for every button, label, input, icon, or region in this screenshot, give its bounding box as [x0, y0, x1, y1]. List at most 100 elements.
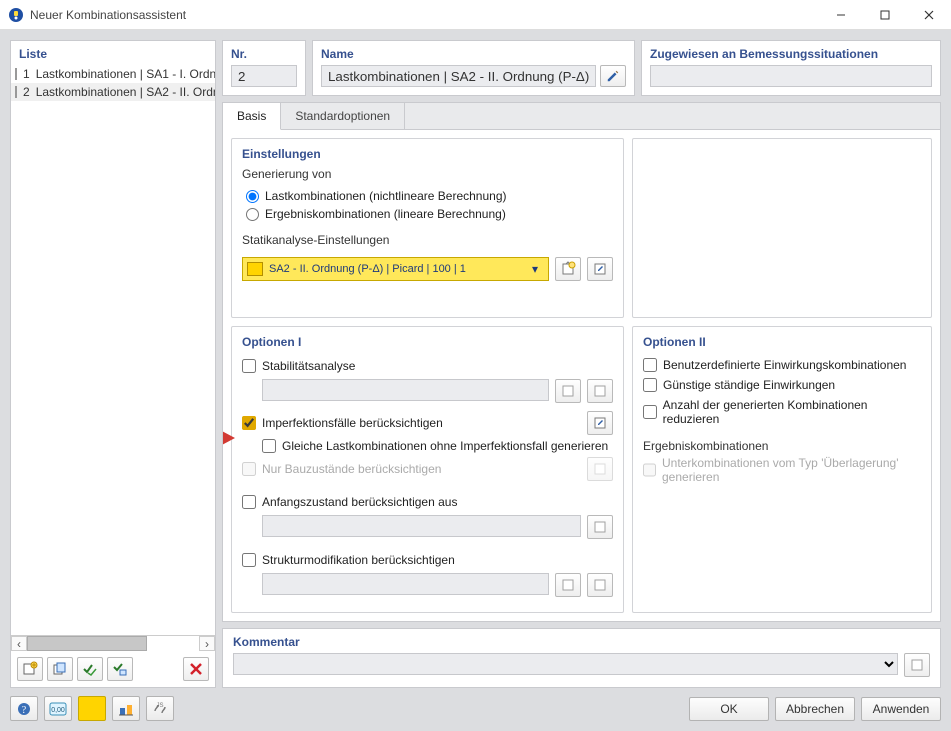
check-label: Unterkombinationen vom Typ 'Überlagerung…	[662, 456, 921, 484]
svg-text:JS: JS	[156, 703, 163, 709]
check-label: Imperfektionsfälle berücksichtigen	[262, 416, 443, 430]
tree-button[interactable]	[112, 696, 140, 721]
units-button[interactable]: 0,00	[44, 696, 72, 721]
color-swatch-icon	[15, 68, 17, 80]
nr-input[interactable]	[231, 65, 297, 87]
close-button[interactable]	[907, 1, 951, 29]
check-unterkombinationen: Unterkombinationen vom Typ 'Überlagerung…	[643, 453, 921, 487]
check-imperfektionsfaelle[interactable]: Imperfektionsfälle berücksichtigen	[242, 409, 613, 437]
scroll-left-icon[interactable]: ‹	[11, 636, 27, 651]
check-label: Nur Bauzustände berücksichtigen	[262, 462, 441, 476]
list-item[interactable]: 1 Lastkombinationen | SA1 - I. Ordnung	[11, 65, 215, 83]
assign-panel: Zugewiesen an Bemessungssituationen	[641, 40, 941, 96]
tab-standardoptionen[interactable]: Standardoptionen	[281, 103, 405, 129]
scroll-right-icon[interactable]: ›	[199, 636, 215, 651]
radio-label: Lastkombinationen (nichtlineare Berechnu…	[265, 189, 506, 203]
imp-edit-button[interactable]	[587, 411, 613, 435]
stab-new-button[interactable]	[555, 379, 581, 403]
color-button[interactable]	[78, 696, 106, 721]
settings-header: Einstellungen	[242, 147, 613, 167]
sa-settings-label: Statikanalyse-Einstellungen	[242, 233, 613, 253]
sa-settings-dropdown[interactable]: SA2 - II. Ordnung (P-Δ) | Picard | 100 |…	[242, 257, 549, 281]
strukt-input[interactable]	[262, 573, 549, 595]
nr-panel: Nr.	[222, 40, 306, 96]
apply-button[interactable]: Anwenden	[861, 697, 941, 721]
left-toolbar	[11, 651, 215, 687]
check-label: Gleiche Lastkombinationen ohne Imperfekt…	[282, 439, 608, 453]
check-label: Anfangszustand berücksichtigen aus	[262, 495, 457, 509]
left-list[interactable]: 1 Lastkombinationen | SA1 - I. Ordnung 2…	[11, 65, 215, 635]
settings-panel: Einstellungen Generierung von Lastkombin…	[231, 138, 624, 318]
optionen-1-header: Optionen I	[242, 335, 613, 355]
strukt-edit-button[interactable]	[587, 573, 613, 597]
script-button[interactable]: JS	[146, 696, 174, 721]
left-panel-header: Liste	[11, 41, 215, 65]
list-item-label: Lastkombinationen | SA1 - I. Ordnung	[36, 67, 215, 81]
stab-edit-button[interactable]	[587, 379, 613, 403]
titlebar: Neuer Kombinationsassistent	[0, 0, 951, 30]
check-gleiche-lastkombinationen[interactable]: Gleiche Lastkombinationen ohne Imperfekt…	[242, 437, 613, 455]
list-item-label: Lastkombinationen | SA2 - II. Ordnun	[36, 85, 215, 99]
copy-item-button[interactable]	[47, 657, 73, 681]
list-item-num: 1	[23, 67, 30, 81]
ergebniskombinationen-header: Ergebniskombinationen	[643, 439, 921, 453]
left-panel: Liste 1 Lastkombinationen | SA1 - I. Ord…	[10, 40, 216, 688]
strukt-new-button[interactable]	[555, 573, 581, 597]
check-stabilitaetsanalyse[interactable]: Stabilitätsanalyse	[242, 357, 613, 375]
assign-input[interactable]	[650, 65, 932, 87]
new-item-button[interactable]	[17, 657, 43, 681]
svg-text:?: ?	[22, 705, 27, 716]
kommentar-edit-button[interactable]	[904, 653, 930, 677]
check-label: Benutzerdefinierte Einwirkungskombinatio…	[663, 358, 906, 372]
h-scrollbar[interactable]: ‹ ›	[11, 635, 215, 651]
tab-basis[interactable]: Basis	[223, 103, 281, 130]
name-label: Name	[313, 41, 634, 65]
maximize-button[interactable]	[863, 1, 907, 29]
help-button[interactable]: ?	[10, 696, 38, 721]
nr-label: Nr.	[223, 41, 305, 65]
cancel-button[interactable]: Abbrechen	[775, 697, 855, 721]
check-label: Anzahl der generierten Kombinationen red…	[663, 398, 921, 426]
list-item-num: 2	[23, 85, 30, 99]
kommentar-panel: Kommentar	[222, 628, 941, 688]
empty-panel	[632, 138, 932, 318]
check-strukturmodifikation[interactable]: Strukturmodifikation berücksichtigen	[242, 551, 613, 569]
name-input[interactable]	[321, 65, 596, 87]
scroll-track[interactable]	[27, 636, 199, 651]
bottom-bar: ? 0,00 JS OK Abbrechen Anwenden	[10, 688, 941, 721]
ok-button[interactable]: OK	[689, 697, 769, 721]
window-controls	[819, 1, 951, 29]
check-anzahl-reduzieren[interactable]: Anzahl der generierten Kombinationen red…	[643, 395, 921, 429]
scroll-thumb[interactable]	[27, 636, 147, 651]
window-title: Neuer Kombinationsassistent	[30, 8, 186, 22]
sa-new-button[interactable]	[555, 257, 581, 281]
minimize-button[interactable]	[819, 1, 863, 29]
delete-button[interactable]	[183, 657, 209, 681]
radio-ergebniskombinationen[interactable]: Ergebniskombinationen (lineare Berechnun…	[242, 205, 613, 223]
stab-input[interactable]	[262, 379, 549, 401]
chevron-down-icon: ▾	[526, 262, 544, 276]
check-label: Stabilitätsanalyse	[262, 359, 355, 373]
sa-edit-button[interactable]	[587, 257, 613, 281]
generation-label: Generierung von	[242, 167, 613, 187]
radio-lastkombinationen[interactable]: Lastkombinationen (nichtlineare Berechnu…	[242, 187, 613, 205]
check-anfangszustand[interactable]: Anfangszustand berücksichtigen aus	[242, 493, 613, 511]
kommentar-select[interactable]	[233, 653, 898, 675]
tabs-panel: Basis Standardoptionen Einstellungen Gen…	[222, 102, 941, 622]
anfang-edit-button[interactable]	[587, 515, 613, 539]
optionen-2-panel: Optionen II Benutzerdefinierte Einwirkun…	[632, 326, 932, 613]
list-item[interactable]: 2 Lastkombinationen | SA2 - II. Ordnun	[11, 83, 215, 101]
edit-name-button[interactable]	[600, 65, 626, 87]
check-button-1[interactable]	[77, 657, 103, 681]
check-button-2[interactable]	[107, 657, 133, 681]
radio-label: Ergebniskombinationen (lineare Berechnun…	[265, 207, 506, 221]
check-guenstige[interactable]: Günstige ständige Einwirkungen	[643, 375, 921, 395]
optionen-2-header: Optionen II	[643, 335, 921, 355]
color-swatch-icon	[15, 86, 17, 98]
tab-bar: Basis Standardoptionen	[223, 103, 940, 130]
anfang-input[interactable]	[262, 515, 581, 537]
sa-settings-value: SA2 - II. Ordnung (P-Δ) | Picard | 100 |…	[269, 263, 526, 275]
app-icon	[8, 7, 24, 23]
check-nur-bauzustaende: Nur Bauzustände berücksichtigen	[242, 455, 613, 483]
check-benutzerdefinierte[interactable]: Benutzerdefinierte Einwirkungskombinatio…	[643, 355, 921, 375]
